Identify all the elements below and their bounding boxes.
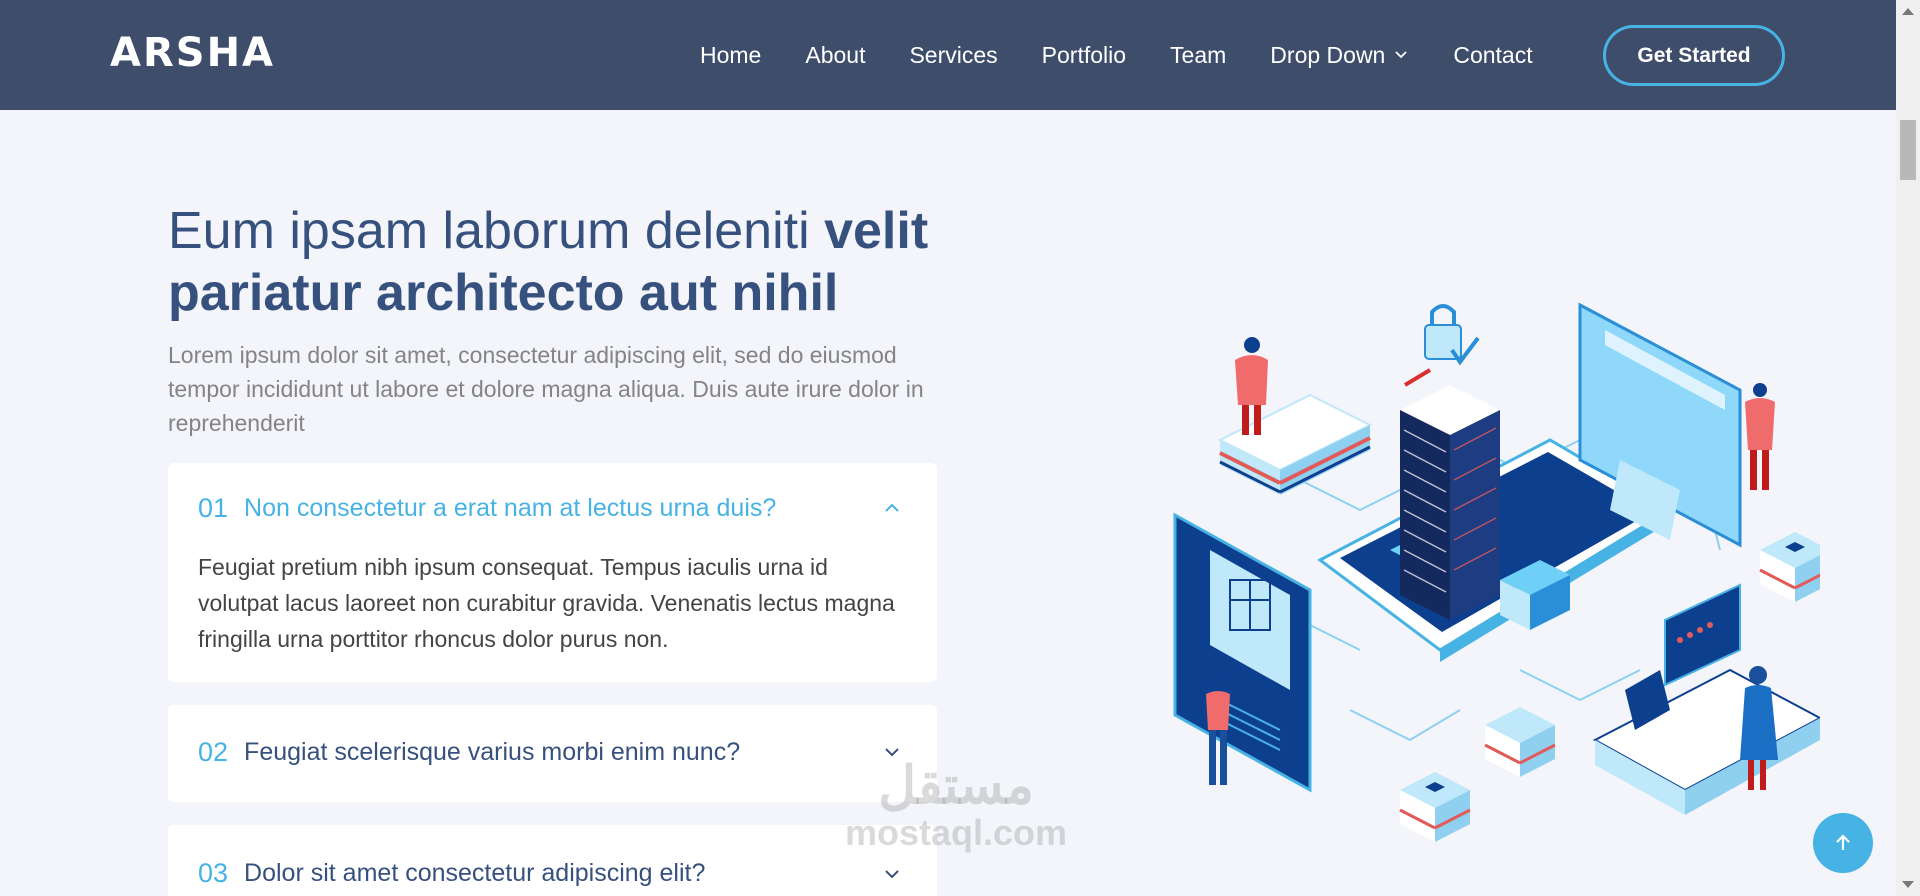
faq-question[interactable]: 01 Non consectetur a erat nam at lectus …	[198, 493, 898, 524]
chevron-down-icon	[1395, 51, 1407, 59]
watermark-latin: mostaql.com	[845, 812, 1068, 853]
site-logo[interactable]: ARSHA	[110, 30, 275, 76]
nav-portfolio[interactable]: Portfolio	[1042, 42, 1126, 69]
faq-number: 02	[198, 737, 229, 767]
faq-question[interactable]: 02 Feugiat scelerisque varius morbi enim…	[198, 737, 898, 768]
hero-title-regular: Eum ipsam laborum deleniti	[168, 202, 825, 260]
faq-question-text: Feugiat scelerisque varius morbi enim nu…	[244, 738, 741, 766]
watermark-arabic: مستقل	[878, 757, 1034, 815]
main-nav: Home About Services Portfolio Team Drop …	[700, 0, 1577, 110]
hero-subtitle: Lorem ipsum dolor sit amet, consectetur …	[168, 342, 924, 436]
faq-question-text: Dolor sit amet consectetur adipiscing el…	[244, 859, 706, 887]
nav-about[interactable]: About	[805, 42, 865, 69]
hero-illustration	[1173, 302, 1820, 842]
arrow-up-icon	[1836, 834, 1850, 850]
faq-number: 01	[198, 493, 229, 523]
chevron-up-icon[interactable]	[883, 499, 901, 517]
faq-question[interactable]: 03 Dolor sit amet consectetur adipiscing…	[198, 858, 898, 889]
back-to-top-button[interactable]	[1813, 813, 1873, 873]
chevron-down-icon[interactable]	[883, 865, 901, 883]
get-started-button[interactable]: Get Started	[1603, 25, 1785, 86]
nav-home[interactable]: Home	[700, 42, 761, 69]
scrollbar-thumb[interactable]	[1900, 120, 1916, 180]
scroll-up-arrow-icon[interactable]	[1902, 8, 1914, 15]
faq-number: 03	[198, 858, 229, 888]
faq-item[interactable]: 01 Non consectetur a erat nam at lectus …	[168, 463, 937, 682]
nav-dropdown-label: Drop Down	[1270, 41, 1386, 68]
watermark: مستقل mostaql.com	[845, 760, 1067, 854]
nav-dropdown[interactable]: Drop Down	[1270, 42, 1409, 69]
scroll-down-arrow-icon[interactable]	[1902, 881, 1914, 888]
nav-services[interactable]: Services	[909, 42, 997, 69]
nav-contact[interactable]: Contact	[1453, 42, 1532, 69]
page-scrollbar[interactable]	[1896, 0, 1920, 896]
faq-answer: Feugiat pretium nibh ipsum consequat. Te…	[198, 554, 895, 652]
nav-team[interactable]: Team	[1170, 42, 1226, 69]
faq-question-text: Non consectetur a erat nam at lectus urn…	[244, 494, 777, 522]
site-header: ARSHA Home About Services Portfolio Team…	[0, 0, 1896, 110]
hero-title: Eum ipsam laborum deleniti velit pariatu…	[168, 200, 948, 324]
faq-item[interactable]: 02 Feugiat scelerisque varius morbi enim…	[168, 705, 937, 802]
faq-item[interactable]: 03 Dolor sit amet consectetur adipiscing…	[168, 825, 937, 896]
